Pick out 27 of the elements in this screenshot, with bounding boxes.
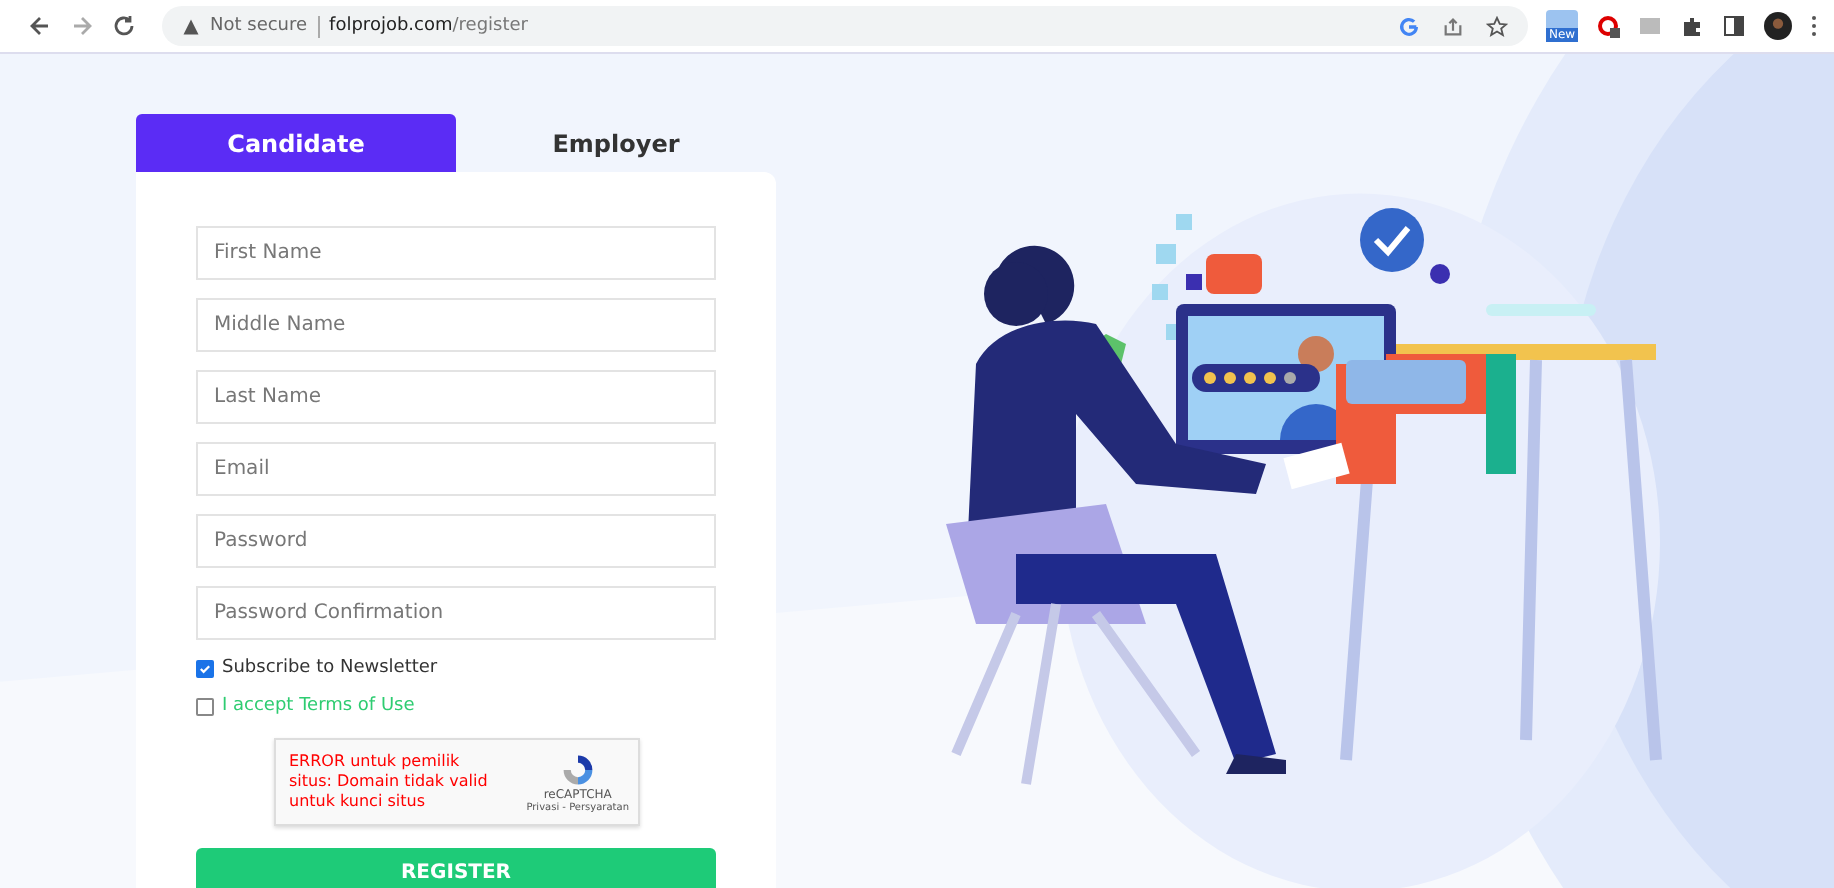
avatar-icon[interactable] [1764, 12, 1792, 40]
checkbox-label: Subscribe to Newsletter [222, 658, 438, 678]
menu-icon[interactable] [1810, 14, 1818, 38]
recaptcha-logo-icon [559, 751, 596, 787]
input-field[interactable]: Password Confirmation [196, 586, 716, 640]
input-field[interactable]: Password [196, 514, 716, 568]
url-text: folprojob.com/register [329, 16, 528, 36]
tab[interactable]: Employer [456, 114, 776, 172]
reload-icon[interactable] [112, 14, 136, 38]
sidebar-icon[interactable] [1722, 14, 1746, 38]
opera-icon[interactable] [1596, 14, 1620, 38]
puzzle-icon[interactable] [1680, 14, 1704, 38]
tab[interactable]: Candidate [136, 114, 456, 172]
google-icon[interactable] [1398, 15, 1420, 37]
warning-icon [182, 17, 200, 35]
share-icon[interactable] [1442, 15, 1464, 37]
back-icon[interactable] [28, 14, 52, 38]
star-icon[interactable] [1486, 15, 1508, 37]
address-bar[interactable]: Not secure folprojob.com/register [162, 6, 1528, 46]
input-field[interactable]: Last Name [196, 370, 716, 424]
input-field[interactable]: Email [196, 442, 716, 496]
checkbox[interactable] [196, 697, 214, 715]
captcha-error: ERROR untuk pemilik situs: Domain tidak valid untuk kunci situs [289, 752, 490, 812]
security-label: Not secure [210, 16, 308, 36]
input-field[interactable]: Middle Name [196, 298, 716, 352]
checkbox[interactable] [196, 659, 214, 677]
input-field[interactable]: First Name [196, 226, 716, 280]
